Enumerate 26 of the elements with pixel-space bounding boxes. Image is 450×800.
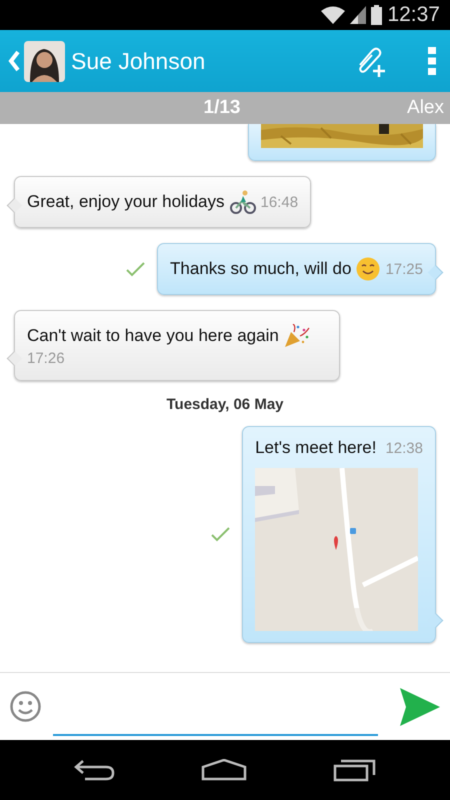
cyclist-icon (230, 190, 256, 214)
result-counter: 1/13 (204, 97, 240, 119)
clock: 12:37 (387, 3, 440, 27)
sender-name: Alex (407, 97, 444, 119)
avatar[interactable] (24, 40, 65, 82)
menu-button[interactable] (428, 47, 436, 75)
send-button[interactable] (400, 688, 440, 726)
message-time: 12:38 (385, 440, 423, 456)
message-time: 17:26 (27, 350, 65, 367)
smiley-icon (356, 257, 380, 281)
party-popper-icon (284, 324, 310, 348)
emoji-button[interactable] (10, 691, 41, 722)
home-button[interactable] (201, 759, 247, 781)
recents-button[interactable] (333, 758, 377, 782)
message-text: Thanks so much, will do (170, 259, 352, 279)
message-text: Can't wait to have you here again (27, 326, 279, 346)
message-text: Great, enjoy your holidays (27, 192, 224, 212)
message-text: Let's meet here! (255, 438, 376, 458)
date-divider: Tuesday, 06 May (166, 396, 284, 413)
message-time: 17:25 (385, 260, 423, 278)
signal-icon (350, 6, 366, 24)
message-time: 16:48 (260, 194, 298, 210)
contact-name: Sue Johnson (71, 48, 206, 74)
back-button[interactable] (73, 759, 115, 781)
battery-icon (371, 5, 382, 25)
wifi-icon (321, 6, 346, 24)
